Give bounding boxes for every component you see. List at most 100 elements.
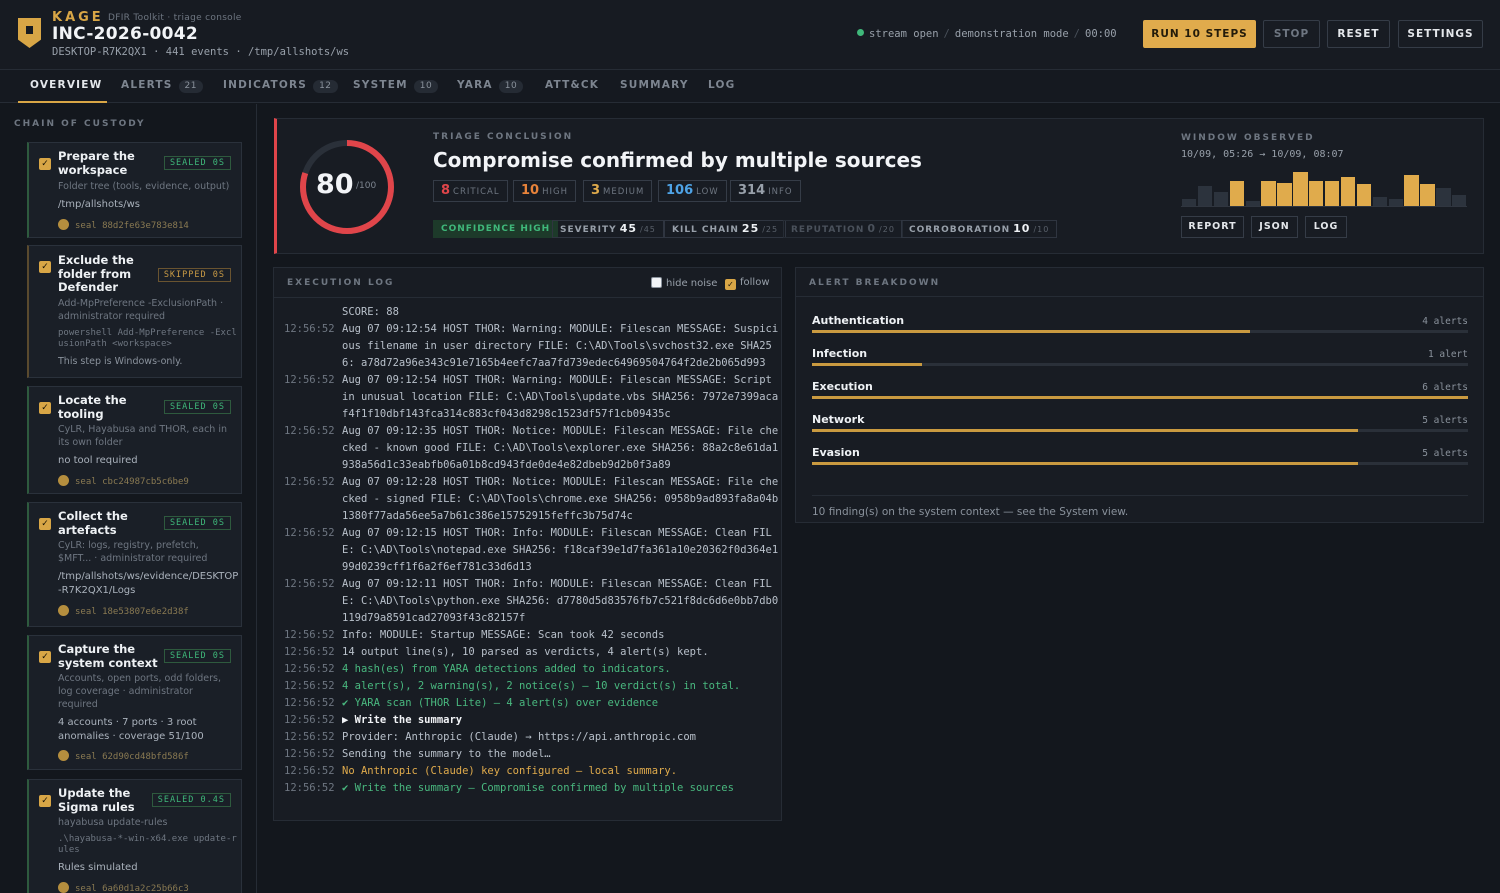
checkbox-checked-icon[interactable]: ✓ [725,279,736,290]
metric-max: /10 [1033,225,1050,234]
severity-critical: 8 CRITICAL [433,180,508,202]
main-tabs: OVERVIEW ALERTS 21 INDICATORS 12 SYSTEM 10 … [0,70,1500,103]
custody-step[interactable]: ✓ Update the Sigma rules SEALED 0.4S hay… [27,779,242,893]
report-button[interactable]: REPORT [1181,216,1244,238]
checkbox-checked-icon[interactable]: ✓ [39,402,51,414]
timer: 00:00 [1085,28,1117,40]
log-line: 12:56:52 Aug 07 09:12:54 HOST THOR: Warni… [284,321,780,372]
log-button[interactable]: LOG [1305,216,1347,238]
breakdown-footer: 10 finding(s) on the system context — se… [812,495,1468,518]
log-output[interactable]: SCORE: 88 12:56:52 Aug 07 09:12:54 HOST TH… [284,304,780,797]
log-timestamp: 12:56:52 [284,374,335,386]
seal-hash: seal 18e53807e6e2d38f [58,605,189,617]
panel-title: EXECUTION LOG [287,278,395,288]
checkbox-checked-icon[interactable]: ✓ [39,261,51,273]
log-timestamp: 12:56:52 [284,782,335,794]
seal-hash: seal 88d2fe63e783e814 [58,219,189,231]
category-name: Infection [812,347,868,360]
checkbox-checked-icon[interactable]: ✓ [39,795,51,807]
log-message: SCORE: 88 [342,306,399,318]
histogram-bar [1293,172,1308,206]
tab-log[interactable]: LOG [708,70,735,103]
tab-label: OVERVIEW [30,79,103,91]
follow-toggle[interactable]: ✓ follow [725,277,770,290]
category-name: Network [812,413,865,426]
step-title: Capture the system context [58,642,158,670]
severity-count: 106 [666,183,694,198]
run-steps-button[interactable]: RUN 10 STEPS [1143,20,1256,48]
log-timestamp: 12:56:52 [284,527,335,539]
metric-label: REPUTATION [791,225,865,235]
checkbox-checked-icon[interactable]: ✓ [39,158,51,170]
log-line: 12:56:52 4 hash(es) from YARA detections … [284,661,780,678]
log-timestamp: 12:56:52 [284,714,335,726]
tab-overview[interactable]: OVERVIEW [18,70,107,103]
alert-count: 5 alerts [1422,448,1468,459]
step-command: .\hayabusa-*-win-x64.exe update-rules [58,834,237,855]
custody-step[interactable]: ✓ Collect the artefacts SEALED 0S CyLR: … [27,502,242,627]
alert-breakdown-panel: ALERT BREAKDOWN Authentication 4 alerts In… [795,267,1484,523]
category-name: Authentication [812,314,905,327]
checkbox-unchecked-icon[interactable] [651,277,662,288]
custody-step[interactable]: ✓ Capture the system context SEALED 0S A… [27,635,242,770]
log-line: 12:56:52 Aug 07 09:12:35 HOST THOR: Notic… [284,423,780,474]
histogram-bar [1261,181,1276,206]
tab-summary[interactable]: SUMMARY [620,70,689,103]
log-message: 14 output line(s), 10 parsed as verdicts… [342,646,709,658]
status-badge: SEALED 0S [163,649,231,663]
sidebar-title: CHAIN OF CUSTODY [14,119,146,129]
custody-step[interactable]: ✓ Prepare the workspace SEALED 0S Folder… [27,142,242,238]
log-timestamp: 12:56:52 [284,663,335,675]
tab-count-badge: 12 [313,80,338,93]
checkbox-checked-icon[interactable]: ✓ [39,651,51,663]
tab-count-badge: 10 [413,80,439,93]
triage-conclusion-panel: 80 /100 TRIAGE CONCLUSION Compromise con… [274,118,1484,254]
step-description: hayabusa update-rules [58,817,168,828]
log-timestamp: 12:56:52 [284,578,335,590]
conclusion-title: Compromise confirmed by multiple sources [433,148,922,172]
custody-step[interactable]: ✓ Locate the tooling SEALED 0S CyLR, Hay… [27,386,242,494]
severity-info: 314 INFO [730,180,801,202]
histogram-bar [1340,177,1356,206]
log-message: Aug 07 09:12:28 HOST THOR: Notice: MODUL… [342,476,779,522]
seal-hash: seal 62d90cd48bfd586f [58,750,189,762]
mode-label: demonstration mode [954,28,1069,40]
custody-step[interactable]: ✓ Exclude the folder from Defender SKIPP… [27,245,242,378]
execution-log-panel: EXECUTION LOG hide noise ✓ follow SCORE: … [273,267,782,821]
tab-yara[interactable]: YARA 10 [457,70,524,103]
brand-name: KAGE [52,10,104,25]
step-value: /tmp/allshots/ws [58,199,140,210]
log-line: 12:56:52 Aug 07 09:12:15 HOST THOR: Info:… [284,525,780,576]
score-max: /100 [356,181,377,191]
step-description: Folder tree (tools, evidence, output) [58,181,230,192]
severity-low: 106 LOW [658,180,727,202]
json-button[interactable]: JSON [1251,216,1298,238]
reset-button[interactable]: RESET [1327,20,1390,48]
log-message: 4 hash(es) from YARA detections added to… [342,663,671,675]
confidence-badge: CONFIDENCE HIGH [433,220,559,238]
progress-fill [812,396,1468,399]
tab-alerts[interactable]: ALERTS 21 [121,70,203,103]
log-message: ▶ Write the summary [342,714,463,726]
histogram-bar [1388,199,1403,206]
step-title: Exclude the folder from Defender [58,253,134,294]
hide-noise-toggle[interactable]: hide noise [651,277,717,289]
histogram-bar [1309,181,1324,206]
histogram-bar [1404,175,1419,206]
tab-label: SYSTEM [353,79,408,91]
severity-count: 3 [591,183,601,198]
severity-high: 10 HIGH [513,180,576,202]
tab-attack[interactable]: ATT&CK [545,70,599,103]
tab-system[interactable]: SYSTEM 10 [353,70,439,103]
step-value: Rules simulated [58,862,138,873]
tab-label: LOG [708,79,736,91]
checkbox-checked-icon[interactable]: ✓ [39,518,51,530]
histogram-bar [1372,197,1388,206]
shield-logo-icon [18,18,41,48]
stop-button[interactable]: STOP [1263,20,1320,48]
panel-title: ALERT BREAKDOWN [809,278,941,288]
tab-indicators[interactable]: INDICATORS 12 [223,70,338,103]
settings-button[interactable]: SETTINGS [1398,20,1483,48]
log-line: 12:56:52 ▶ Write the summary [284,712,780,729]
tab-label: ATT&CK [545,79,600,91]
